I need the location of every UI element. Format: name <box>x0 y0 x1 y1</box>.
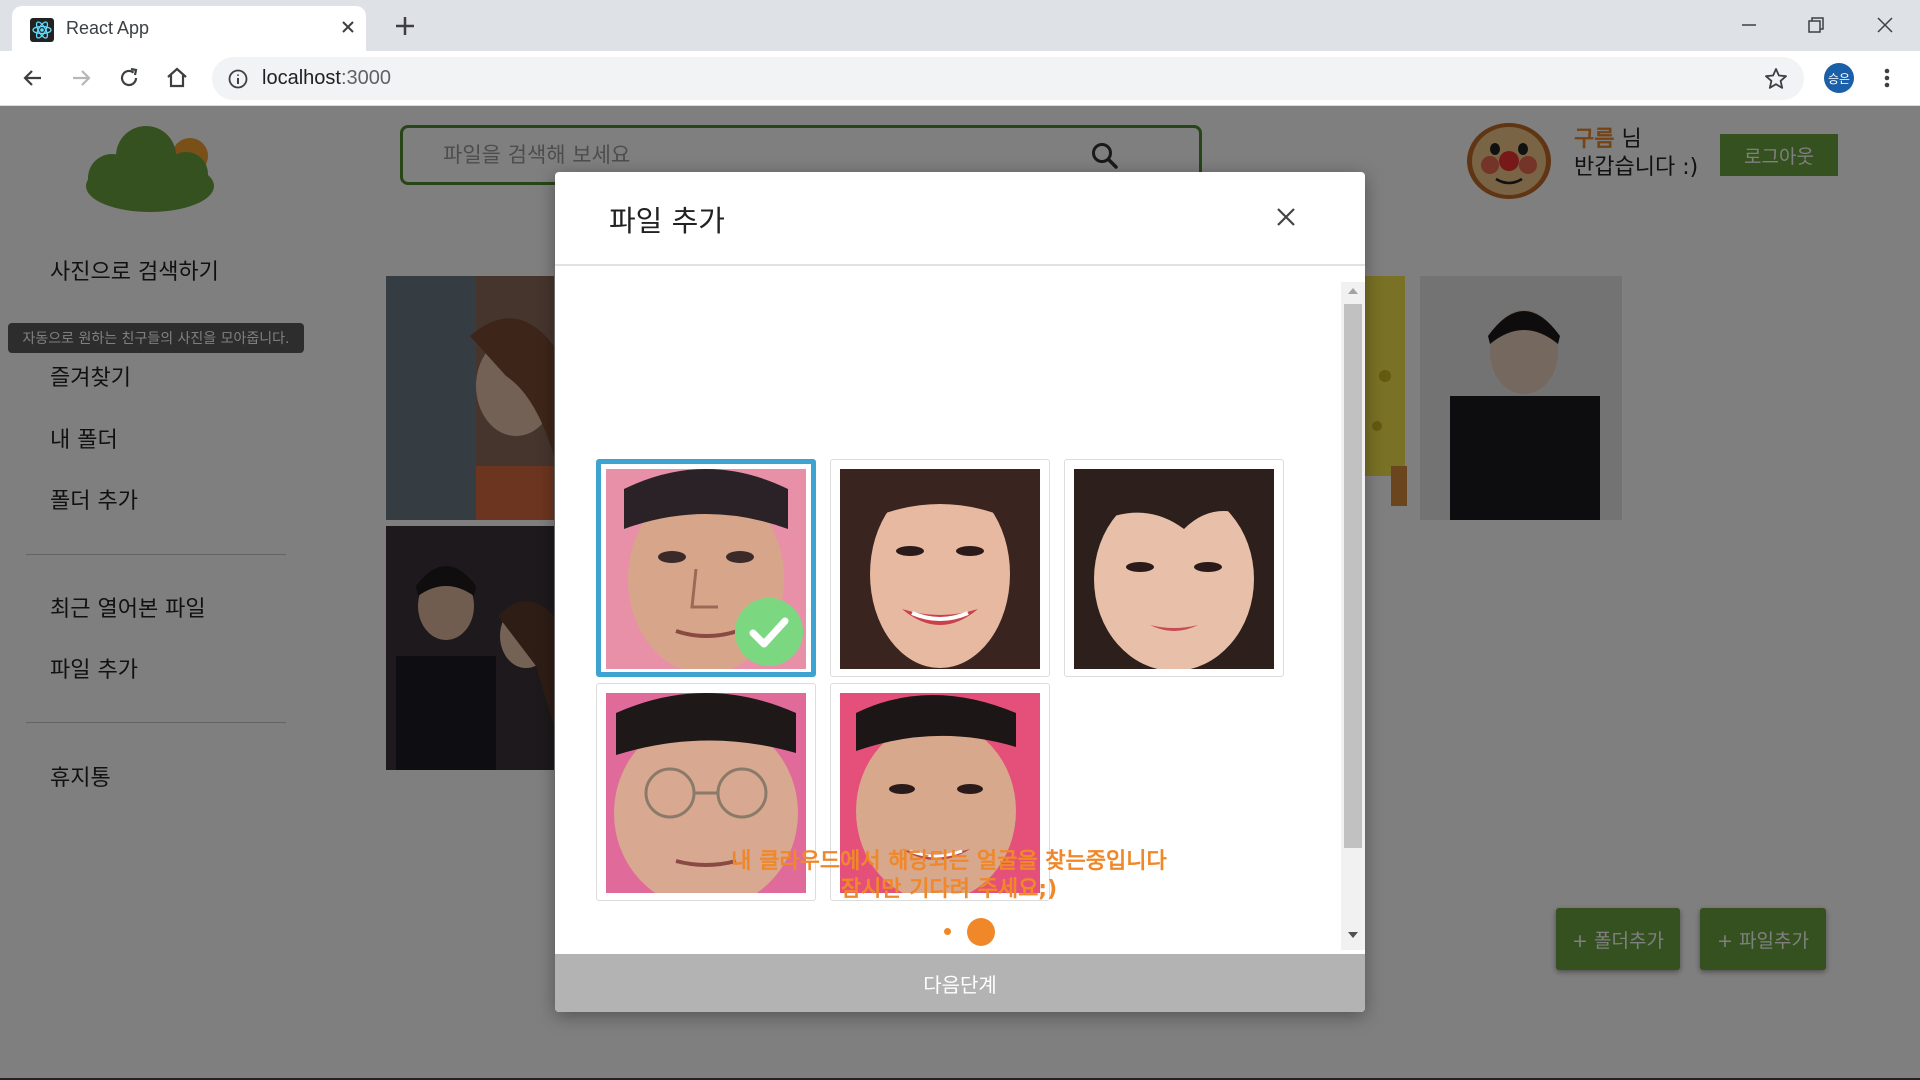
forward-icon[interactable] <box>66 63 96 93</box>
status-line-1: 내 클라우드에서 해당되는 얼굴을 찾는중입니다 <box>731 849 1167 874</box>
browser-tabbar: React App <box>0 0 1920 51</box>
address-bar[interactable]: localhost:3000 <box>212 57 1804 100</box>
reload-icon[interactable] <box>114 63 144 93</box>
scroll-down-arrow-icon[interactable] <box>1347 930 1359 940</box>
loading-dot <box>944 928 951 935</box>
status-line-2: 잠시만 기다려 주세요;) <box>840 877 1058 902</box>
face-image <box>1074 469 1274 669</box>
browser-tab[interactable]: React App <box>12 6 366 51</box>
home-icon[interactable] <box>162 63 192 93</box>
back-icon[interactable] <box>18 63 48 93</box>
search-status-message: 내 클라우드에서 해당되는 얼굴을 찾는중입니다 잠시만 기다려 주세요;) <box>555 848 1343 904</box>
next-step-button[interactable]: 다음단계 <box>555 954 1365 1012</box>
url-text: localhost:3000 <box>262 67 391 89</box>
star-icon[interactable] <box>1762 65 1790 93</box>
profile-avatar[interactable]: 승은 <box>1824 63 1854 93</box>
close-icon[interactable] <box>1271 202 1301 232</box>
face-picker: 내 클라우드에서 해당되는 얼굴을 찾는중입니다 잠시만 기다려 주세요;) <box>555 266 1343 954</box>
modal-title: 파일 추가 <box>609 204 725 238</box>
check-icon <box>735 598 803 666</box>
modal-scrollbar[interactable] <box>1341 282 1365 950</box>
browser-toolbar: localhost:3000 <box>0 51 1920 106</box>
tab-title: React App <box>66 18 150 38</box>
info-icon[interactable] <box>226 67 250 91</box>
scroll-up-arrow-icon[interactable] <box>1347 286 1359 296</box>
loading-dot <box>967 918 995 946</box>
restore-icon[interactable] <box>1801 10 1831 40</box>
plus-icon[interactable] <box>391 12 419 40</box>
face-image <box>840 469 1040 669</box>
scroll-thumb[interactable] <box>1344 304 1362 848</box>
menu-icon[interactable] <box>1872 63 1902 93</box>
add-file-modal: 파일 추가 내 클라우드에서 해당되는 얼굴을 찾는중입니다 잠시만 기다려 주… <box>555 172 1365 1012</box>
minimize-icon[interactable] <box>1734 10 1764 40</box>
face-option[interactable] <box>596 459 816 677</box>
window-close-icon[interactable] <box>1870 10 1900 40</box>
face-option[interactable] <box>830 459 1050 677</box>
face-option[interactable] <box>1064 459 1284 677</box>
react-favicon-icon <box>30 18 54 42</box>
close-icon[interactable] <box>336 15 360 39</box>
